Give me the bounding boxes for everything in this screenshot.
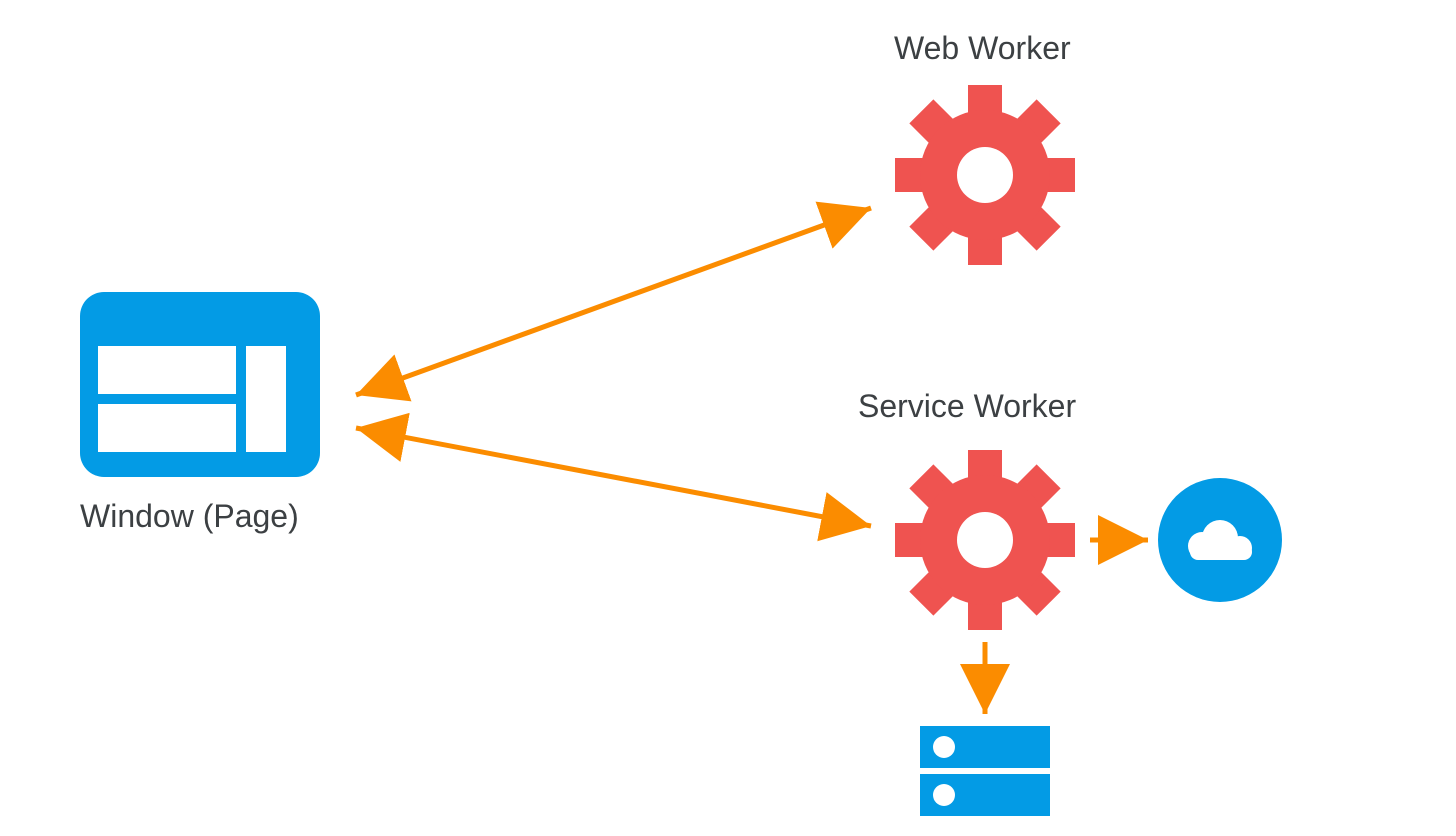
arrow-window-serviceworker (356, 428, 871, 526)
web-worker-gear-icon (895, 85, 1075, 265)
service-worker-gear-icon (895, 450, 1075, 630)
database-icon (920, 726, 1050, 816)
diagram-canvas (0, 0, 1456, 836)
arrow-window-webworker (356, 208, 871, 395)
window-page-icon (80, 292, 320, 477)
cloud-icon (1158, 478, 1282, 602)
